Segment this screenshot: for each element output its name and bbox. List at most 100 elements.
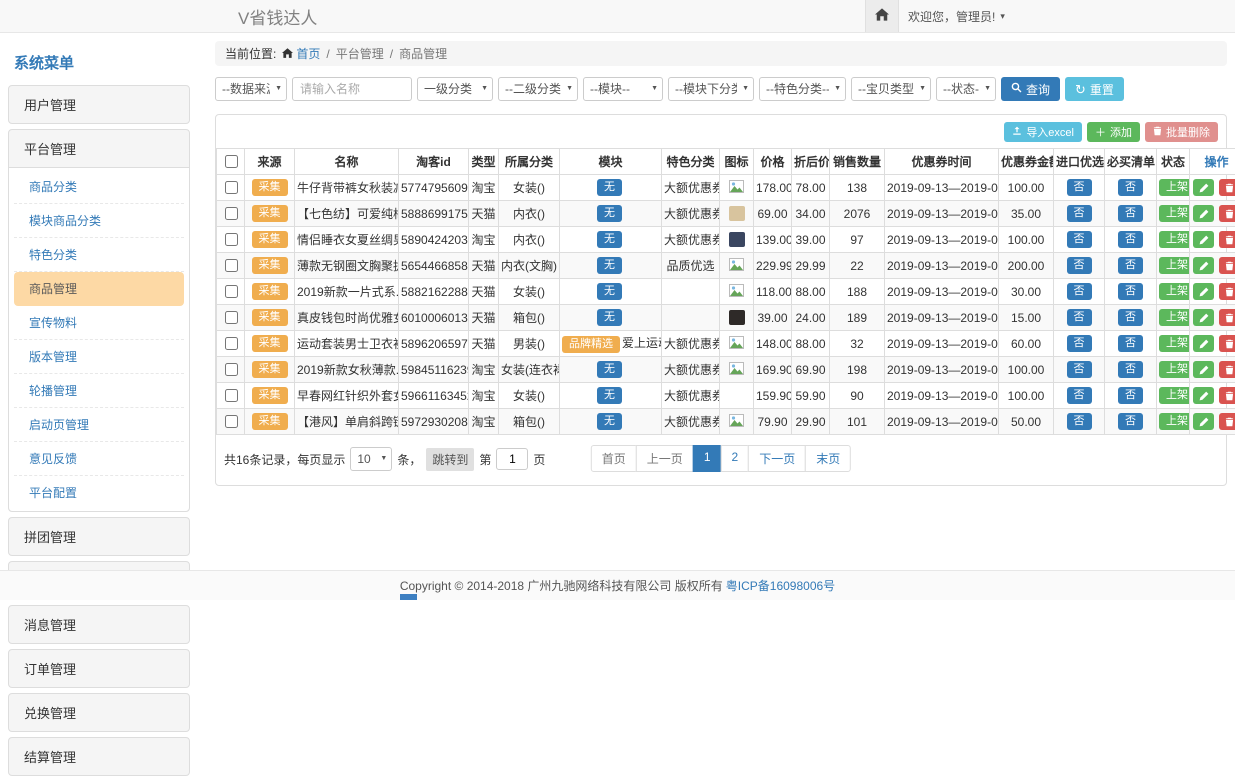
must-buy-badge[interactable]: 否 — [1118, 231, 1143, 248]
must-buy-badge[interactable]: 否 — [1118, 179, 1143, 196]
edit-button[interactable] — [1193, 179, 1214, 196]
sidebar-group[interactable]: 结算管理 — [9, 738, 189, 775]
sidebar-item[interactable]: 版本管理 — [14, 340, 184, 374]
sidebar-group[interactable]: 平台管理 — [9, 130, 189, 167]
import-select-badge[interactable]: 否 — [1067, 231, 1092, 248]
must-buy-badge[interactable]: 否 — [1118, 361, 1143, 378]
status-badge[interactable]: 上架 — [1159, 179, 1190, 196]
sidebar-item[interactable]: 宣传物料 — [14, 306, 184, 340]
module-subcategory-select[interactable]: --模块下分类-- — [668, 77, 754, 101]
status-badge[interactable]: 上架 — [1159, 231, 1190, 248]
edit-button[interactable] — [1193, 283, 1214, 300]
must-buy-badge[interactable]: 否 — [1118, 387, 1143, 404]
import-select-badge[interactable]: 否 — [1067, 283, 1092, 300]
must-buy-badge[interactable]: 否 — [1118, 309, 1143, 326]
special-category-select[interactable]: --特色分类-- — [759, 77, 846, 101]
home-button[interactable] — [865, 0, 899, 32]
import-select-badge[interactable]: 否 — [1067, 413, 1092, 430]
query-button[interactable]: 查询 — [1001, 77, 1060, 101]
sidebar-item[interactable]: 特色分类 — [14, 238, 184, 272]
status-badge[interactable]: 上架 — [1159, 257, 1190, 274]
import-select-badge[interactable]: 否 — [1067, 387, 1092, 404]
pager-button[interactable]: 1 — [693, 445, 722, 472]
row-checkbox[interactable] — [225, 363, 238, 376]
row-checkbox[interactable] — [225, 207, 238, 220]
sidebar-group[interactable]: 兑换管理 — [9, 694, 189, 731]
row-checkbox[interactable] — [225, 415, 238, 428]
delete-button[interactable] — [1219, 231, 1235, 248]
pager-button[interactable]: 上一页 — [636, 445, 694, 472]
sidebar-item[interactable]: 平台配置 — [14, 476, 184, 509]
level2-category-select[interactable]: --二级分类-- — [498, 77, 578, 101]
import-select-badge[interactable]: 否 — [1067, 361, 1092, 378]
edit-button[interactable] — [1193, 413, 1214, 430]
module-select[interactable]: --模块-- — [583, 77, 663, 101]
delete-button[interactable] — [1219, 283, 1235, 300]
item-type-select[interactable]: --宝贝类型-- — [851, 77, 931, 101]
delete-button[interactable] — [1219, 257, 1235, 274]
icp-link[interactable]: 粤ICP备16098006号 — [726, 577, 835, 594]
delete-button[interactable] — [1219, 335, 1235, 352]
sidebar-item[interactable]: 商品分类 — [14, 170, 184, 204]
delete-button[interactable] — [1219, 413, 1235, 430]
delete-button[interactable] — [1219, 309, 1235, 326]
row-checkbox[interactable] — [225, 233, 238, 246]
data-source-select[interactable]: --数据来源-- — [215, 77, 287, 101]
pager-button[interactable]: 首页 — [591, 445, 637, 472]
edit-button[interactable] — [1193, 205, 1214, 222]
import-excel-button[interactable]: 导入excel — [1004, 122, 1082, 142]
status-badge[interactable]: 上架 — [1159, 387, 1190, 404]
status-badge[interactable]: 上架 — [1159, 335, 1190, 352]
must-buy-badge[interactable]: 否 — [1118, 335, 1143, 352]
status-badge[interactable]: 上架 — [1159, 413, 1190, 430]
sidebar-group[interactable]: 消息管理 — [9, 606, 189, 643]
reset-button[interactable]: ↻ 重置 — [1065, 77, 1124, 101]
name-search-input[interactable] — [292, 77, 412, 101]
row-checkbox[interactable] — [225, 259, 238, 272]
row-checkbox[interactable] — [225, 337, 238, 350]
import-select-badge[interactable]: 否 — [1067, 205, 1092, 222]
sidebar-item[interactable]: 启动页管理 — [14, 408, 184, 442]
row-checkbox[interactable] — [225, 285, 238, 298]
must-buy-badge[interactable]: 否 — [1118, 283, 1143, 300]
status-badge[interactable]: 上架 — [1159, 309, 1190, 326]
edit-button[interactable] — [1193, 309, 1214, 326]
import-select-badge[interactable]: 否 — [1067, 309, 1092, 326]
edit-button[interactable] — [1193, 387, 1214, 404]
status-badge[interactable]: 上架 — [1159, 361, 1190, 378]
edit-button[interactable] — [1193, 257, 1214, 274]
sidebar-group[interactable]: 订单管理 — [9, 650, 189, 687]
level1-category-select[interactable]: 一级分类 — [417, 77, 493, 101]
sidebar-item[interactable]: 意见反馈 — [14, 442, 184, 476]
status-select[interactable]: --状态-- — [936, 77, 996, 101]
breadcrumb-home-link[interactable]: 首页 — [282, 45, 320, 62]
edit-button[interactable] — [1193, 335, 1214, 352]
batch-delete-button[interactable]: 批量删除 — [1145, 122, 1218, 142]
add-button[interactable]: ＋ 添加 — [1087, 122, 1140, 142]
page-number-input[interactable] — [496, 448, 528, 470]
sidebar-group[interactable]: 用户管理 — [9, 86, 189, 123]
sidebar-item[interactable]: 轮播管理 — [14, 374, 184, 408]
select-all-checkbox[interactable] — [225, 155, 238, 168]
status-badge[interactable]: 上架 — [1159, 205, 1190, 222]
jump-button[interactable]: 跳转到 — [426, 448, 474, 471]
sidebar-item[interactable]: 模块商品分类 — [14, 204, 184, 238]
delete-button[interactable] — [1219, 361, 1235, 378]
import-select-badge[interactable]: 否 — [1067, 335, 1092, 352]
import-select-badge[interactable]: 否 — [1067, 179, 1092, 196]
must-buy-badge[interactable]: 否 — [1118, 257, 1143, 274]
pager-button[interactable]: 下一页 — [748, 445, 806, 472]
sidebar-item-active[interactable]: 商品管理 — [14, 272, 184, 306]
row-checkbox[interactable] — [225, 311, 238, 324]
per-page-select[interactable]: 10 — [350, 447, 392, 471]
delete-button[interactable] — [1219, 387, 1235, 404]
row-checkbox[interactable] — [225, 389, 238, 402]
must-buy-badge[interactable]: 否 — [1118, 413, 1143, 430]
edit-button[interactable] — [1193, 231, 1214, 248]
pager-button[interactable]: 末页 — [805, 445, 851, 472]
edit-button[interactable] — [1193, 361, 1214, 378]
status-badge[interactable]: 上架 — [1159, 283, 1190, 300]
import-select-badge[interactable]: 否 — [1067, 257, 1092, 274]
pager-button[interactable]: 2 — [721, 445, 750, 472]
delete-button[interactable] — [1219, 179, 1235, 196]
